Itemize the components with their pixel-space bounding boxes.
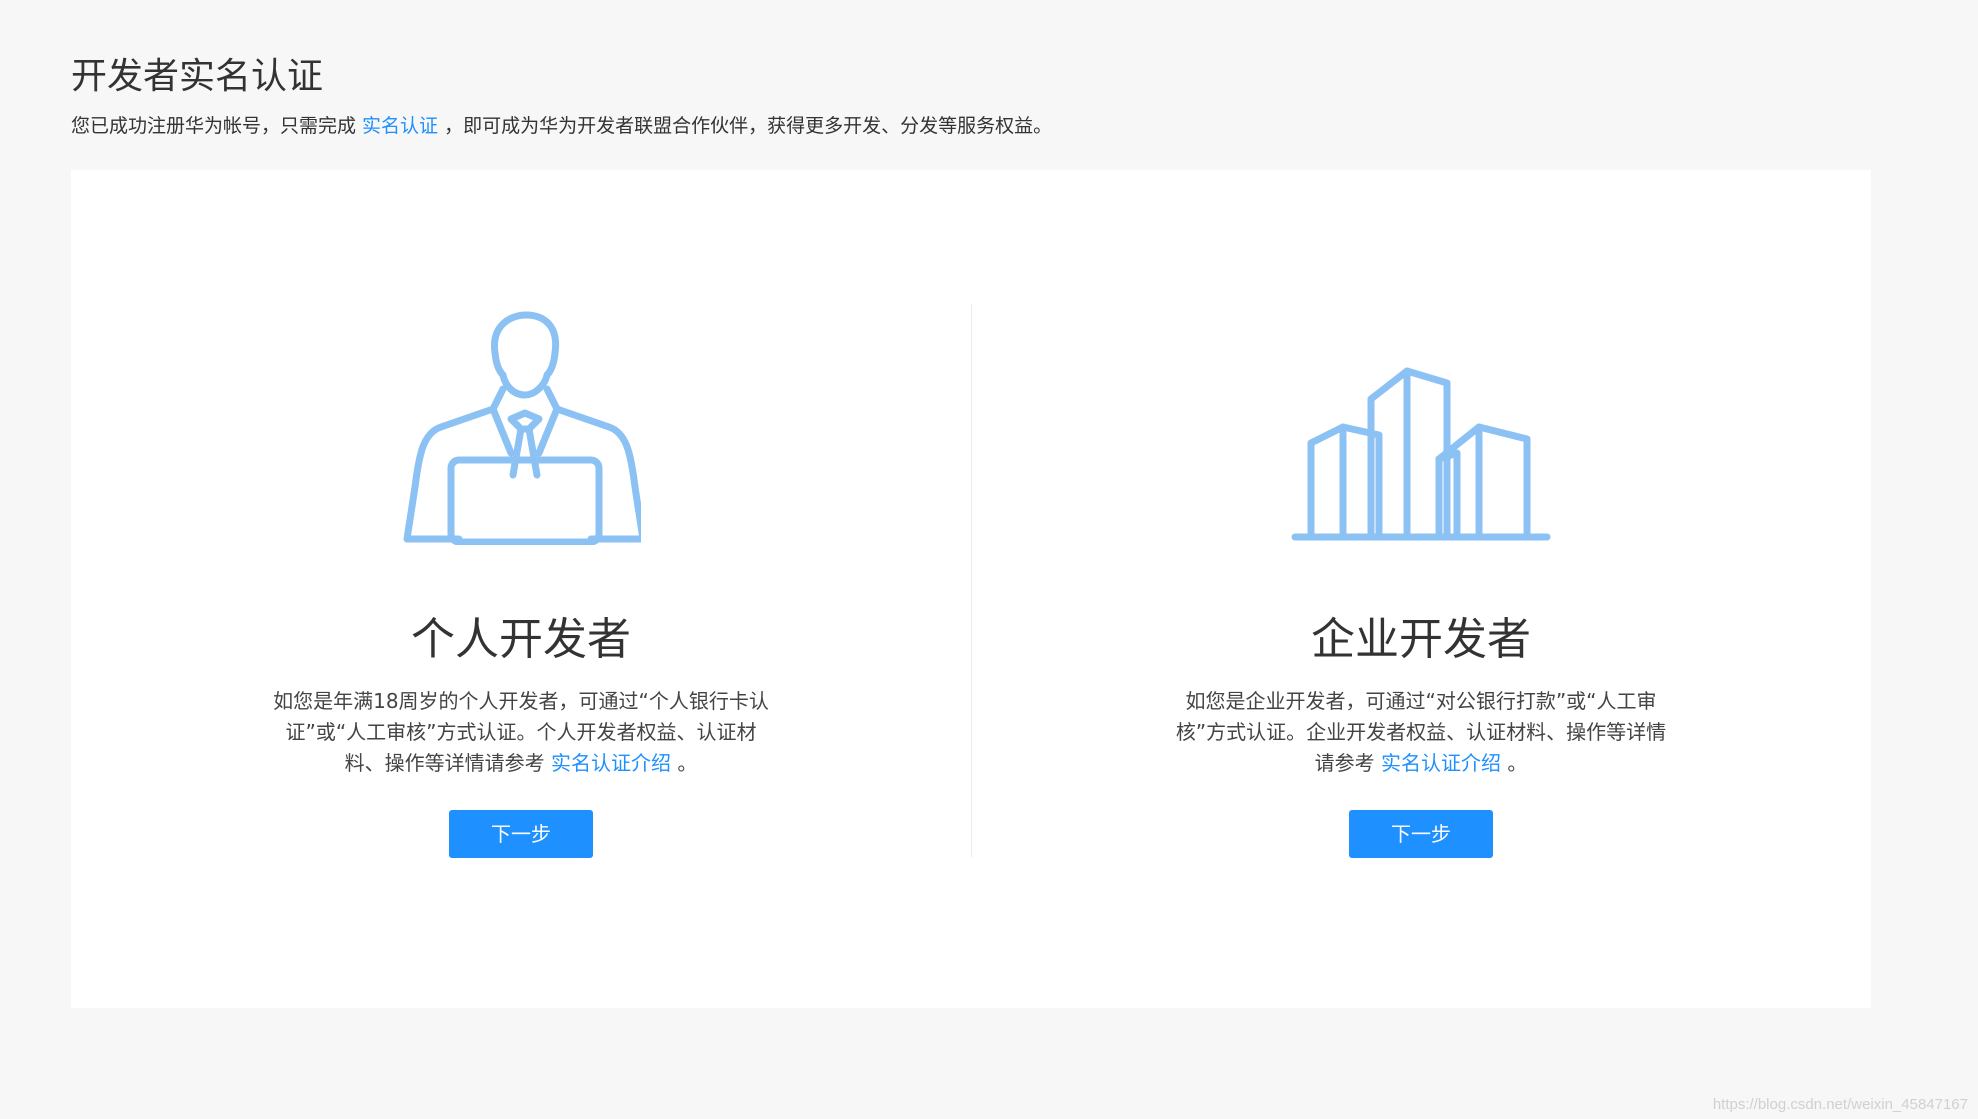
page-subtitle: 您已成功注册华为帐号，只需完成 实名认证 ，即可成为华为开发者联盟合作伙伴，获得… bbox=[71, 112, 1871, 140]
buildings-icon bbox=[1291, 367, 1551, 541]
subtitle-text-before: 您已成功注册华为帐号，只需完成 bbox=[71, 115, 363, 137]
enterprise-developer-desc: 如您是企业开发者，可通过“对公银行打款”或“人工审核”方式认证。企业开发者权益、… bbox=[1171, 686, 1671, 779]
individual-next-button[interactable]: 下一步 bbox=[449, 810, 593, 858]
page-header: 开发者实名认证 您已成功注册华为帐号，只需完成 实名认证 ，即可成为华为开发者联… bbox=[71, 52, 1871, 140]
individual-developer-panel: 个人开发者 如您是年满18周岁的个人开发者，可通过“个人银行卡认证”或“人工审核… bbox=[71, 170, 971, 1008]
individual-auth-intro-link[interactable]: 实名认证介绍 bbox=[551, 751, 671, 775]
page: 开发者实名认证 您已成功注册华为帐号，只需完成 实名认证 ，即可成为华为开发者联… bbox=[0, 0, 1978, 1119]
developer-type-card: 个人开发者 如您是年满18周岁的个人开发者，可通过“个人银行卡认证”或“人工审核… bbox=[71, 170, 1871, 1008]
individual-developer-desc: 如您是年满18周岁的个人开发者，可通过“个人银行卡认证”或“人工审核”方式认证。… bbox=[271, 686, 771, 779]
enterprise-desc-end: 。 bbox=[1501, 751, 1528, 775]
enterprise-next-button[interactable]: 下一步 bbox=[1349, 810, 1493, 858]
enterprise-developer-panel: 企业开发者 如您是企业开发者，可通过“对公银行打款”或“人工审核”方式认证。企业… bbox=[971, 170, 1871, 1008]
subtitle-text-after: ，即可成为华为开发者联盟合作伙伴，获得更多开发、分发等服务权益。 bbox=[438, 115, 1053, 137]
page-title: 开发者实名认证 bbox=[71, 56, 324, 97]
real-name-auth-link[interactable]: 实名认证 bbox=[362, 115, 438, 137]
watermark: https://blog.csdn.net/weixin_45847167 bbox=[1712, 1096, 1968, 1113]
enterprise-developer-title: 企业开发者 bbox=[1311, 614, 1531, 665]
enterprise-auth-intro-link[interactable]: 实名认证介绍 bbox=[1381, 751, 1501, 775]
individual-developer-title: 个人开发者 bbox=[411, 614, 631, 665]
individual-desc-end: 。 bbox=[671, 751, 698, 775]
person-laptop-icon bbox=[403, 311, 641, 545]
